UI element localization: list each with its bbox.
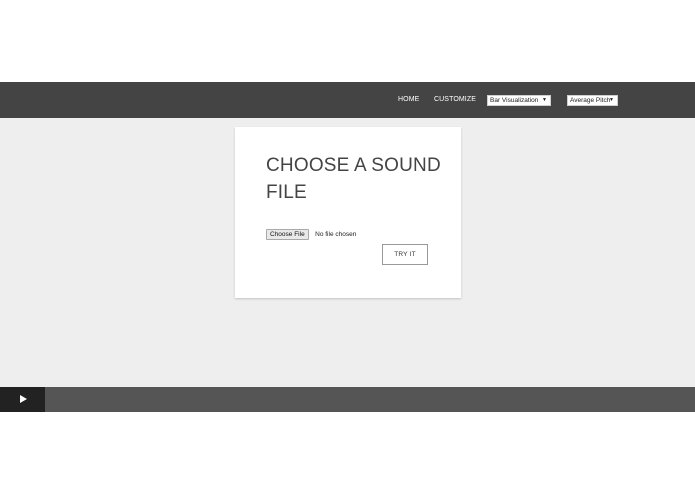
play-button[interactable] [0,387,45,412]
upload-card: CHOOSE A SOUND FILE Choose File No file … [235,127,461,298]
pitch-select-value: Average Pitch [570,97,611,104]
player-progress-track[interactable] [45,387,695,412]
audio-player-bar [0,387,695,412]
app-container: HOME CUSTOMIZE Bar Visualization ▼ Avera… [0,82,695,412]
top-nav-bar: HOME CUSTOMIZE Bar Visualization ▼ Avera… [0,82,695,118]
chevron-down-icon: ▼ [609,97,614,103]
visualization-select-value: Bar Visualization [490,97,539,104]
try-it-button[interactable]: TRY IT [382,244,428,265]
file-input[interactable]: Choose File No file chosen [266,226,357,241]
nav-home-link[interactable]: HOME [398,96,419,103]
pitch-select[interactable]: Average Pitch ▼ [567,95,618,106]
file-status-text: No file chosen [315,231,357,239]
chevron-down-icon: ▼ [542,97,547,103]
nav-customize-link[interactable]: CUSTOMIZE [434,96,476,103]
choose-file-button[interactable]: Choose File [266,229,309,241]
play-icon [20,395,27,403]
card-title: CHOOSE A SOUND FILE [266,155,441,203]
visualization-select[interactable]: Bar Visualization ▼ [487,95,551,106]
